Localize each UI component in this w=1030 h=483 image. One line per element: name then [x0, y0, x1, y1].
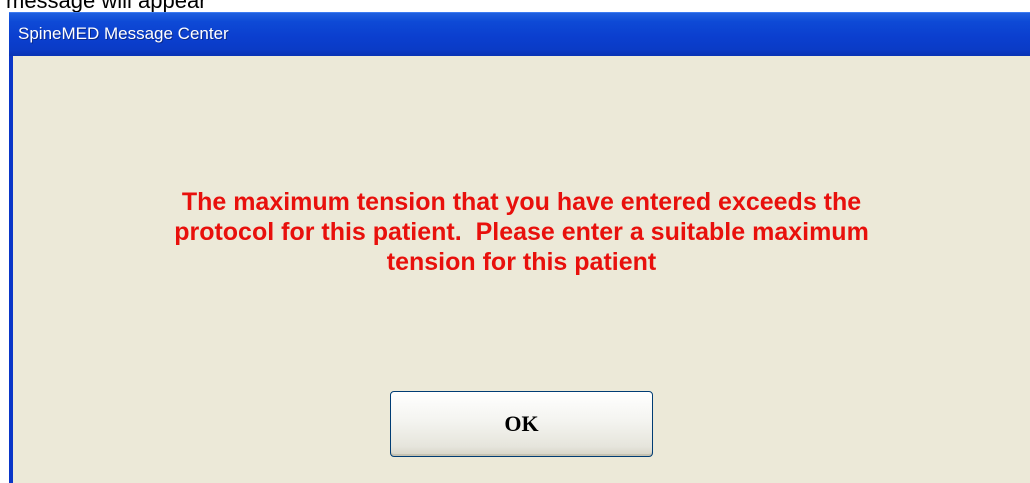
window-title: SpineMED Message Center	[18, 24, 229, 43]
message-dialog-window: SpineMED Message Center The maximum tens…	[9, 12, 1030, 483]
title-bar[interactable]: SpineMED Message Center	[9, 12, 1030, 56]
message-line: The maximum tension that you have entere…	[181, 188, 862, 216]
ok-button-label: OK	[504, 411, 539, 436]
error-message: The maximum tension that you have entere…	[13, 187, 1030, 277]
dialog-client-area: The maximum tension that you have entere…	[13, 56, 1030, 483]
screenshot: message will appear SpineMED Message Cen…	[0, 0, 1030, 483]
ok-button[interactable]: OK	[390, 391, 653, 457]
message-line: tension for this patient	[386, 248, 657, 276]
message-line: protocol for this patient. Please enter …	[174, 218, 869, 246]
